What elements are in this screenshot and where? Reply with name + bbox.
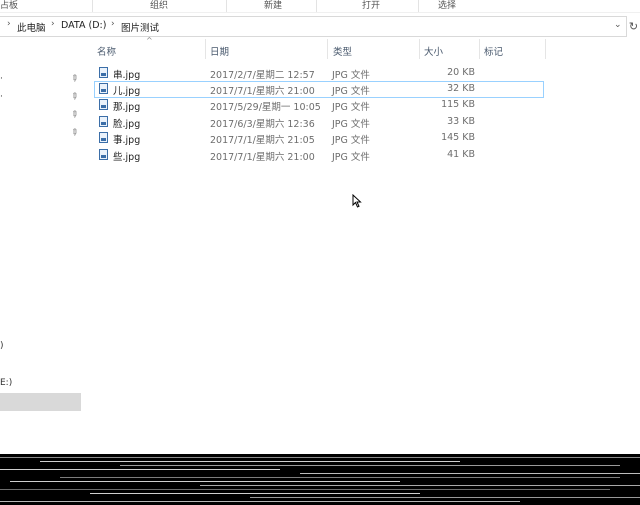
file-row[interactable]: 儿.jpg 2017/7/1/星期六 21:00 JPG 文件 32 KB	[94, 81, 544, 98]
file-type: JPG 文件	[332, 70, 370, 81]
nav-item-fragment[interactable]: ·	[0, 74, 3, 84]
column-header-name[interactable]: 名称	[97, 44, 116, 64]
column-separator[interactable]	[419, 39, 420, 59]
column-header-type[interactable]: 类型	[333, 44, 352, 64]
file-name: 些.jpg	[113, 152, 141, 163]
pin-icon[interactable]: ✎	[68, 91, 80, 103]
column-header-size[interactable]: 大小	[424, 44, 443, 64]
file-date: 2017/7/1/星期六 21:05	[210, 135, 315, 146]
file-date: 2017/2/7/星期二 12:57	[210, 70, 315, 81]
file-type: JPG 文件	[332, 135, 370, 146]
file-date: 2017/7/1/星期六 21:00	[210, 86, 315, 97]
pin-icon[interactable]: ✎	[68, 127, 80, 139]
refresh-icon[interactable]: ↻	[627, 17, 640, 36]
file-row[interactable]: 些.jpg 2017/7/1/星期六 21:00 JPG 文件 41 KB	[95, 148, 543, 163]
file-size: 33 KB	[447, 116, 475, 127]
ribbon-group-open: 打开	[362, 1, 381, 11]
file-row[interactable]: 串.jpg 2017/2/7/星期二 12:57 JPG 文件 20 KB	[95, 66, 543, 81]
address-bar[interactable]: › 此电脑 › DATA (D:) › 图片测试 ⌄	[0, 16, 627, 37]
image-file-icon	[99, 149, 108, 160]
image-file-icon	[99, 116, 108, 127]
column-separator[interactable]	[205, 39, 206, 59]
file-row[interactable]: 那.jpg 2017/5/29/星期一 10:05 JPG 文件 115 KB	[95, 98, 543, 113]
file-name: 脸.jpg	[113, 119, 141, 130]
file-size: 115 KB	[441, 99, 475, 110]
file-size: 20 KB	[447, 67, 475, 78]
chevron-right-icon[interactable]: ›	[51, 19, 55, 29]
file-type: JPG 文件	[332, 152, 370, 163]
image-file-icon	[99, 83, 108, 94]
ribbon-separator	[418, 0, 419, 12]
nav-item-fragment[interactable]: ·	[0, 92, 3, 102]
breadcrumb-this-pc[interactable]: 此电脑	[17, 20, 46, 34]
image-file-icon	[99, 67, 108, 78]
breadcrumb-drive[interactable]: DATA (D:)	[61, 20, 106, 31]
file-type: JPG 文件	[332, 102, 370, 113]
file-date: 2017/5/29/星期一 10:05	[210, 102, 321, 113]
file-row[interactable]: 脸.jpg 2017/6/3/星期六 12:36 JPG 文件 33 KB	[95, 115, 543, 130]
file-name: 事.jpg	[113, 135, 141, 146]
image-file-icon	[99, 99, 108, 110]
file-date: 2017/7/1/星期六 21:00	[210, 152, 315, 163]
ribbon-group-select: 选择	[438, 1, 457, 11]
ribbon-group-organize: 组织	[150, 1, 169, 11]
chevron-down-icon[interactable]: ⌄	[614, 20, 622, 30]
navigation-pane: · · ✎ ✎ ✎ ✎ ) E:)	[0, 36, 82, 454]
image-file-icon	[99, 132, 108, 143]
file-name: 串.jpg	[113, 70, 141, 81]
file-size: 145 KB	[441, 132, 475, 143]
ribbon-separator	[226, 0, 227, 12]
pin-icon[interactable]: ✎	[68, 73, 80, 85]
ribbon-group-new: 新建	[264, 1, 283, 11]
file-type: JPG 文件	[332, 119, 370, 130]
nav-item-drive-fragment[interactable]: )	[0, 341, 4, 351]
breadcrumb-folder[interactable]: 图片测试	[121, 20, 159, 34]
file-row[interactable]: 事.jpg 2017/7/1/星期六 21:05 JPG 文件 145 KB	[95, 131, 543, 146]
chevron-right-icon[interactable]: ›	[111, 19, 115, 29]
sort-ascending-icon: ^	[146, 36, 153, 45]
ribbon-separator	[92, 0, 93, 12]
pin-icon[interactable]: ✎	[68, 109, 80, 121]
nav-item-drive-fragment[interactable]: E:)	[0, 378, 12, 388]
file-size: 41 KB	[447, 149, 475, 160]
nav-item-selected[interactable]	[0, 393, 81, 411]
file-date: 2017/6/3/星期六 12:36	[210, 119, 315, 130]
ribbon-group-labels: 占板 组织 新建 打开 选择	[0, 0, 640, 13]
file-name: 儿.jpg	[113, 86, 141, 97]
column-header-date[interactable]: 日期	[210, 44, 229, 64]
file-size: 32 KB	[447, 83, 475, 94]
column-separator[interactable]	[479, 39, 480, 59]
column-separator[interactable]	[327, 39, 328, 59]
column-header-tags[interactable]: 标记	[484, 44, 503, 64]
chevron-right-icon[interactable]: ›	[7, 19, 11, 29]
file-name: 那.jpg	[113, 102, 141, 113]
column-separator[interactable]	[545, 39, 546, 59]
file-type: JPG 文件	[332, 86, 370, 97]
ribbon-group-clipboard: 占板	[0, 1, 19, 11]
capture-artifact-band	[0, 454, 640, 505]
ribbon-separator	[316, 0, 317, 12]
